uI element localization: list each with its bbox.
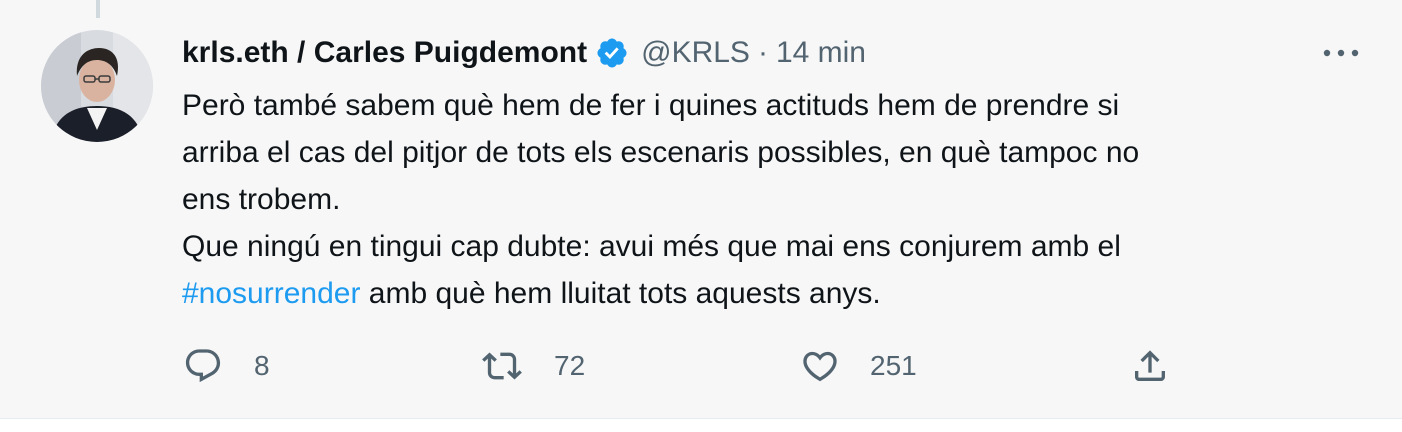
share-button[interactable] — [1130, 344, 1170, 388]
tweet-text-line: Però també sabem què hem de fer i quines… — [182, 89, 1120, 122]
tweet-text: Però també sabem què hem de fer i quines… — [182, 82, 1332, 317]
avatar[interactable] — [41, 30, 153, 142]
retweet-icon — [482, 346, 522, 386]
thread-connector-line — [96, 0, 100, 18]
more-options-icon[interactable] — [1318, 36, 1364, 70]
hashtag-link[interactable]: #nosurrender — [182, 277, 360, 310]
display-name[interactable]: krls.eth / Carles Puigdemont — [182, 36, 587, 70]
like-button[interactable]: 251 — [800, 344, 917, 388]
share-icon — [1130, 346, 1170, 386]
heart-icon — [800, 346, 840, 386]
reply-count: 8 — [254, 350, 270, 381]
separator-dot: · — [757, 36, 768, 69]
reply-button[interactable]: 8 — [183, 344, 270, 388]
tweet-text-line: Que ningú en tingui cap dubte: avui més … — [182, 230, 1121, 263]
tweet-header: krls.eth / Carles Puigdemont @KRLS · 14 … — [182, 30, 866, 76]
avatar-image — [41, 30, 153, 142]
divider — [0, 418, 1402, 419]
retweet-count: 72 — [554, 350, 586, 381]
tweet-text-line: ens trobem. — [182, 183, 341, 216]
tweet-text-line: #nosurrender amb què hem lluitat tots aq… — [182, 270, 1332, 317]
user-handle[interactable]: @KRLS — [641, 36, 750, 70]
tweet-text-line: arriba el cas del pitjor de tots els esc… — [182, 136, 1140, 169]
timestamp[interactable]: 14 min — [776, 36, 866, 70]
tweet-text-fragment: amb què hem lluitat tots aquests anys. — [360, 277, 881, 310]
like-count: 251 — [870, 350, 917, 381]
reply-icon — [183, 346, 223, 386]
verified-badge-icon — [595, 36, 629, 70]
retweet-button[interactable]: 72 — [482, 344, 585, 388]
tweet-card[interactable]: krls.eth / Carles Puigdemont @KRLS · 14 … — [0, 0, 1402, 418]
